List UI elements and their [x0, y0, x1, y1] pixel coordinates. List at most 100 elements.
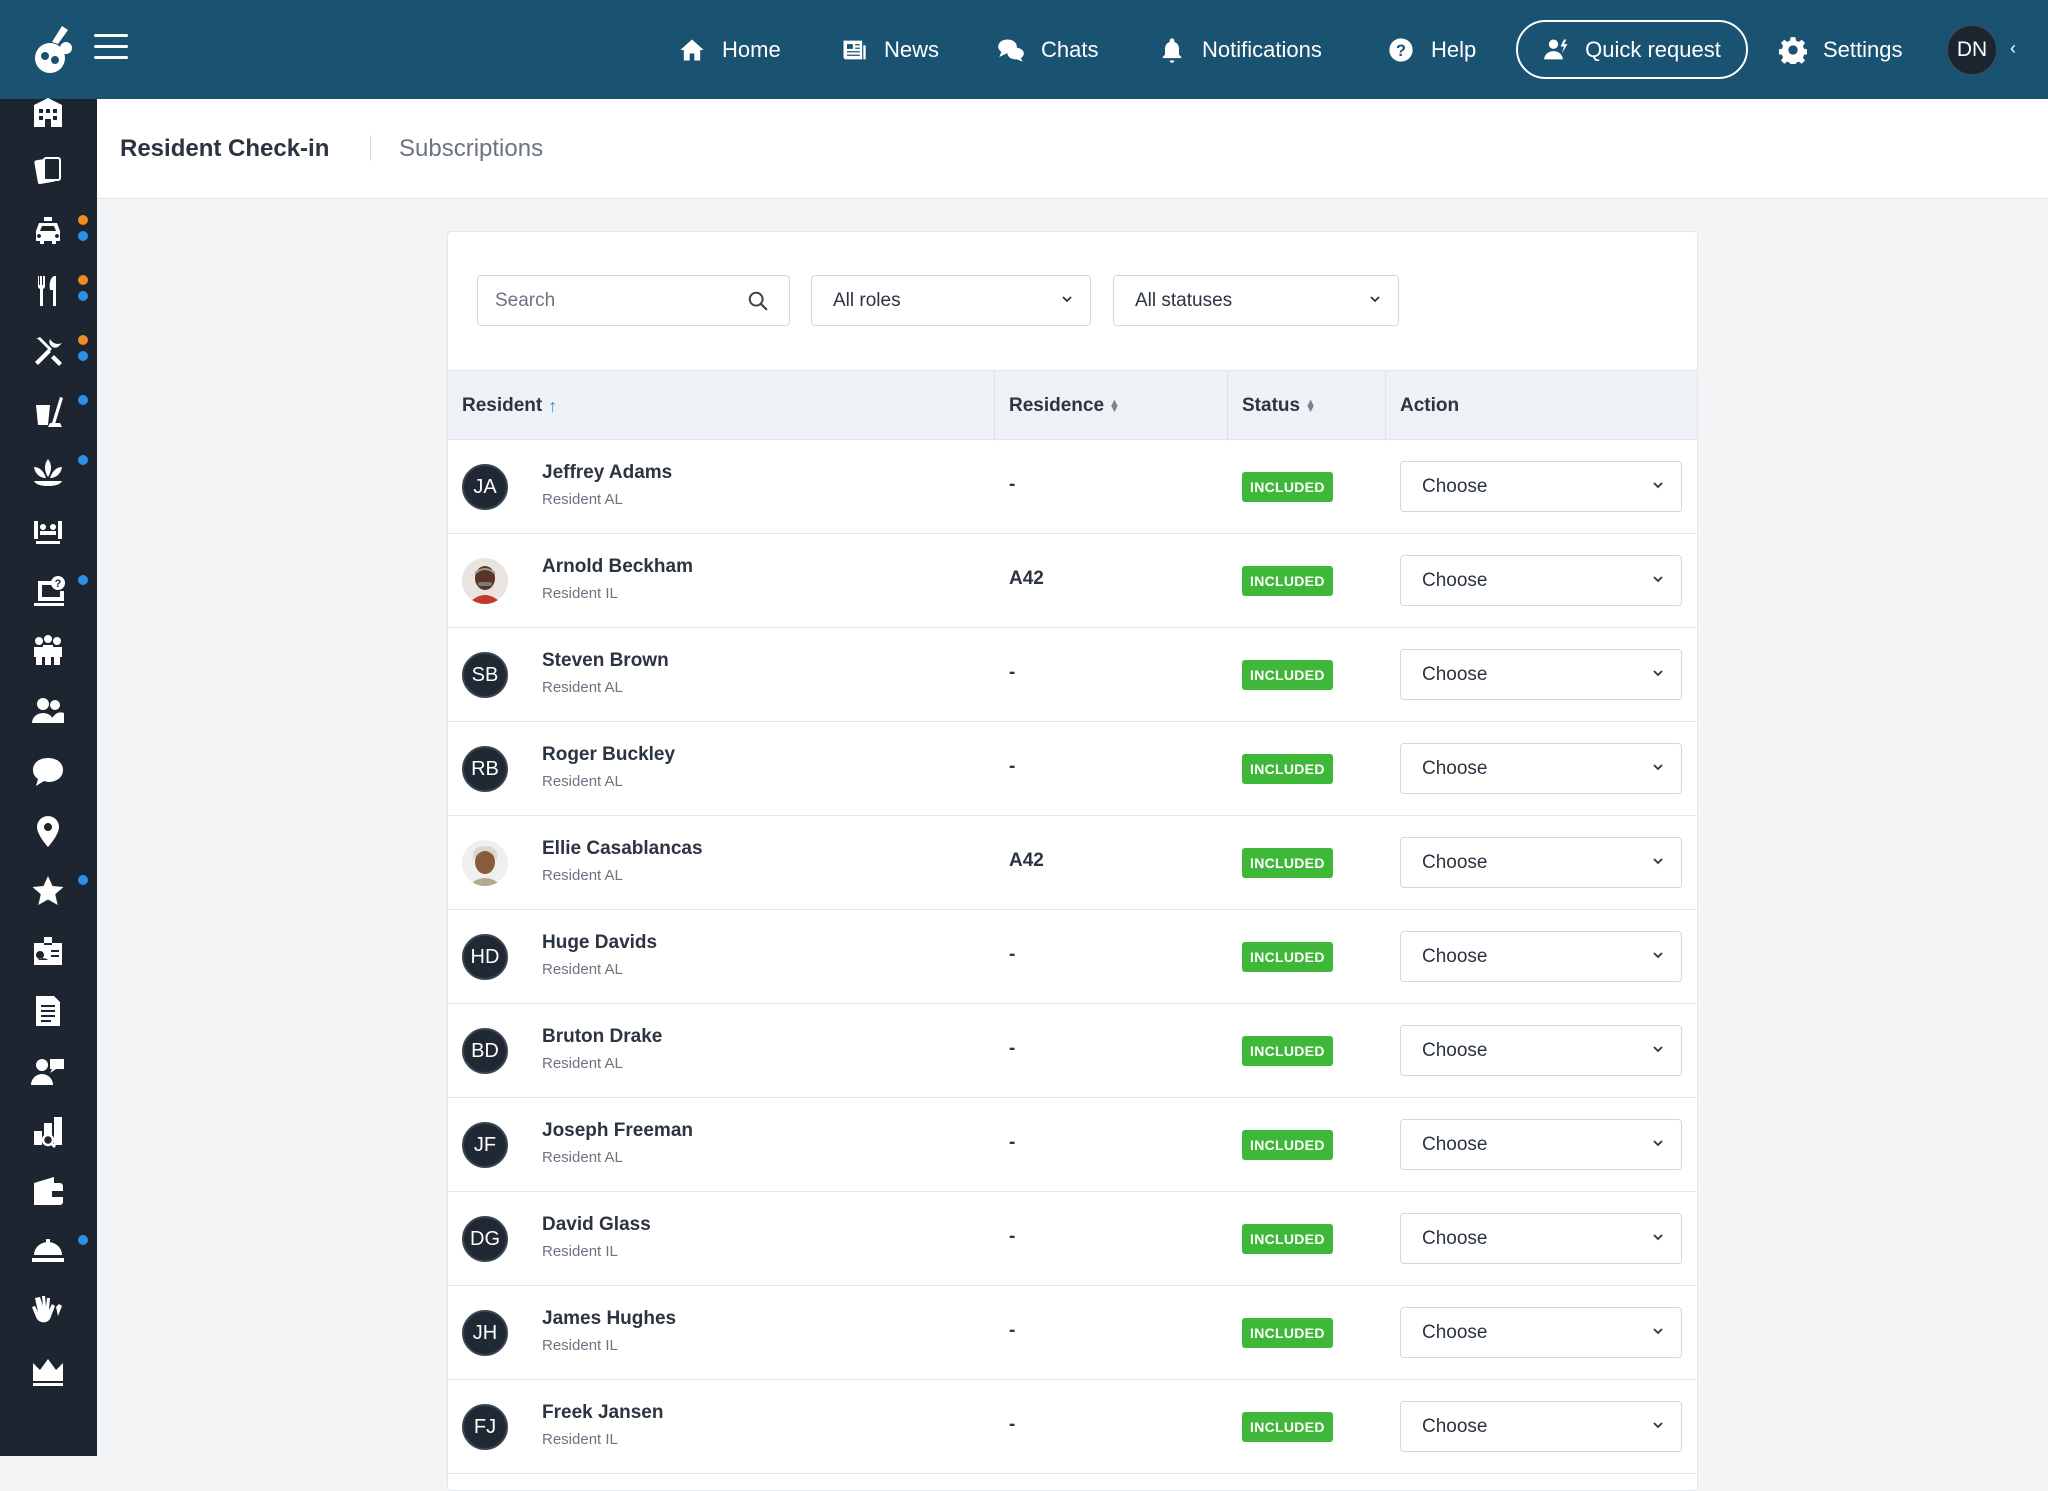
residence-value: -: [1009, 944, 1016, 965]
action-dropdown-value: Choose: [1422, 569, 1488, 591]
sidebar-item-staff[interactable]: [28, 1051, 68, 1091]
resident-avatar: JF: [462, 1122, 508, 1168]
action-dropdown[interactable]: Choose: [1400, 1213, 1682, 1264]
sidebar-item-message[interactable]: [28, 751, 68, 791]
alert-dot: [78, 335, 88, 345]
sidebar-item-cards[interactable]: [28, 151, 68, 191]
table-row[interactable]: JF Joseph Freeman Resident AL - INCLUDED Choo…: [448, 1098, 1697, 1192]
nav-chats[interactable]: Chats: [997, 0, 1098, 99]
nav-help[interactable]: ? Help: [1387, 0, 1476, 99]
tab-subscriptions[interactable]: Subscriptions: [399, 135, 543, 163]
column-residence-label: Residence: [1009, 395, 1105, 416]
sidebar-item-badge[interactable]: [28, 931, 68, 971]
sidebar-item-location[interactable]: [28, 811, 68, 851]
chevron-left-icon[interactable]: ‹: [2010, 38, 2016, 59]
sidebar-item-star[interactable]: [28, 871, 68, 911]
status-badge: INCLUDED: [1242, 1130, 1333, 1160]
sidebar-item-residents[interactable]: [28, 691, 68, 731]
action-dropdown[interactable]: Choose: [1400, 1401, 1682, 1452]
resident-name[interactable]: Jeffrey Adams: [542, 462, 672, 484]
sidebar-item-wallet[interactable]: [28, 1171, 68, 1211]
sidebar-item-document[interactable]: [28, 991, 68, 1031]
table-row[interactable]: JH James Hughes Resident IL - INCLUDED Choose: [448, 1286, 1697, 1380]
table-row[interactable]: Arnold Beckham Resident IL A42 INCLUDED Choo…: [448, 534, 1697, 628]
notification-dot: [78, 395, 88, 405]
table-row[interactable]: DG David Glass Resident IL - INCLUDED Choose: [448, 1192, 1697, 1286]
search-placeholder: Search: [495, 289, 556, 311]
residence-value: A42: [1009, 850, 1044, 871]
nav-settings[interactable]: Settings: [1779, 0, 1903, 99]
badge-icon: [34, 937, 62, 965]
nav-home[interactable]: Home: [678, 0, 781, 99]
nav-home-label: Home: [722, 36, 781, 62]
search-input[interactable]: Search: [477, 275, 790, 326]
resident-role: Resident AL: [542, 961, 623, 978]
sidebar-item-dining[interactable]: [28, 271, 68, 311]
table-row[interactable]: SB Steven Brown Resident AL - INCLUDED Choose: [448, 628, 1697, 722]
resident-name[interactable]: James Hughes: [542, 1308, 676, 1330]
table-row[interactable]: Ellie Casablancas Resident AL A42 INCLUDED C…: [448, 816, 1697, 910]
sidebar-item-hands[interactable]: [28, 1291, 68, 1331]
statuses-dropdown[interactable]: All statuses: [1113, 275, 1399, 326]
action-dropdown[interactable]: Choose: [1400, 649, 1682, 700]
resident-name[interactable]: Joseph Freeman: [542, 1120, 693, 1142]
nav-news-label: News: [884, 36, 940, 62]
quick-request-icon: [1544, 39, 1568, 59]
sidebar-item-lotus[interactable]: [28, 451, 68, 491]
residence-value: -: [1009, 1414, 1016, 1435]
nav-news[interactable]: News: [840, 0, 939, 99]
table-row[interactable]: RB Roger Buckley Resident AL - INCLUDED Choos…: [448, 722, 1697, 816]
sidebar-item-building[interactable]: [28, 93, 68, 133]
sidebar-item-cloche[interactable]: [28, 1231, 68, 1271]
status-badge: INCLUDED: [1242, 848, 1333, 878]
resident-name[interactable]: Freek Jansen: [542, 1402, 663, 1424]
search-icon: [748, 291, 768, 311]
column-divider: [1227, 371, 1228, 441]
resident-name[interactable]: Steven Brown: [542, 650, 669, 672]
sidebar-item-group[interactable]: [28, 631, 68, 671]
roles-dropdown[interactable]: All roles: [811, 275, 1091, 326]
sidebar-item-taxi[interactable]: [28, 211, 68, 251]
column-divider: [994, 371, 995, 441]
column-status[interactable]: Status ▲ ▼: [1242, 371, 1316, 441]
sidebar-item-help-desk[interactable]: ?: [28, 571, 68, 611]
column-divider: [1385, 371, 1386, 441]
action-dropdown[interactable]: Choose: [1400, 1307, 1682, 1358]
action-dropdown[interactable]: Choose: [1400, 461, 1682, 512]
resident-name[interactable]: David Glass: [542, 1214, 651, 1236]
nav-notifications[interactable]: Notifications: [1158, 0, 1322, 99]
sidebar-item-tools[interactable]: [28, 331, 68, 371]
chevron-down-icon: [1653, 1328, 1663, 1335]
action-dropdown-value: Choose: [1422, 1321, 1488, 1343]
action-dropdown[interactable]: Choose: [1400, 555, 1682, 606]
action-dropdown[interactable]: Choose: [1400, 1119, 1682, 1170]
resident-role: Resident IL: [542, 1431, 618, 1448]
action-dropdown[interactable]: Choose: [1400, 743, 1682, 794]
table-row[interactable]: FJ Freek Jansen Resident IL - INCLUDED Choose: [448, 1380, 1697, 1474]
sidebar-item-cleaning[interactable]: [28, 391, 68, 431]
notification-dot: [78, 875, 88, 885]
quick-request-button[interactable]: Quick request: [1516, 20, 1748, 79]
action-dropdown[interactable]: Choose: [1400, 931, 1682, 982]
sidebar-item-activity[interactable]: [28, 511, 68, 551]
action-dropdown-value: Choose: [1422, 851, 1488, 873]
resident-role: Resident IL: [542, 585, 618, 602]
sidebar-item-crown[interactable]: [28, 1351, 68, 1391]
residents-card: Search All roles All statuses Resident ↑…: [447, 231, 1698, 1491]
table-row[interactable]: HD Huge Davids Resident AL - INCLUDED Choose: [448, 910, 1697, 1004]
table-row[interactable]: BD Bruton Drake Resident AL - INCLUDED Choose: [448, 1004, 1697, 1098]
resident-name[interactable]: Huge Davids: [542, 932, 657, 954]
table-row[interactable]: JA Jeffrey Adams Resident AL - INCLUDED Choos…: [448, 440, 1697, 534]
resident-name[interactable]: Ellie Casablancas: [542, 838, 703, 860]
column-resident[interactable]: Resident ↑: [462, 371, 557, 441]
column-residence[interactable]: Residence ▲ ▼: [1009, 371, 1120, 441]
tab-resident-check-in[interactable]: Resident Check-in: [120, 135, 329, 163]
action-dropdown[interactable]: Choose: [1400, 1025, 1682, 1076]
action-dropdown[interactable]: Choose: [1400, 837, 1682, 888]
group-icon: [34, 635, 62, 665]
resident-name[interactable]: Bruton Drake: [542, 1026, 662, 1048]
user-avatar[interactable]: DN: [1946, 24, 1998, 76]
resident-name[interactable]: Arnold Beckham: [542, 556, 693, 578]
resident-name[interactable]: Roger Buckley: [542, 744, 675, 766]
sidebar-item-analytics[interactable]: [28, 1111, 68, 1151]
